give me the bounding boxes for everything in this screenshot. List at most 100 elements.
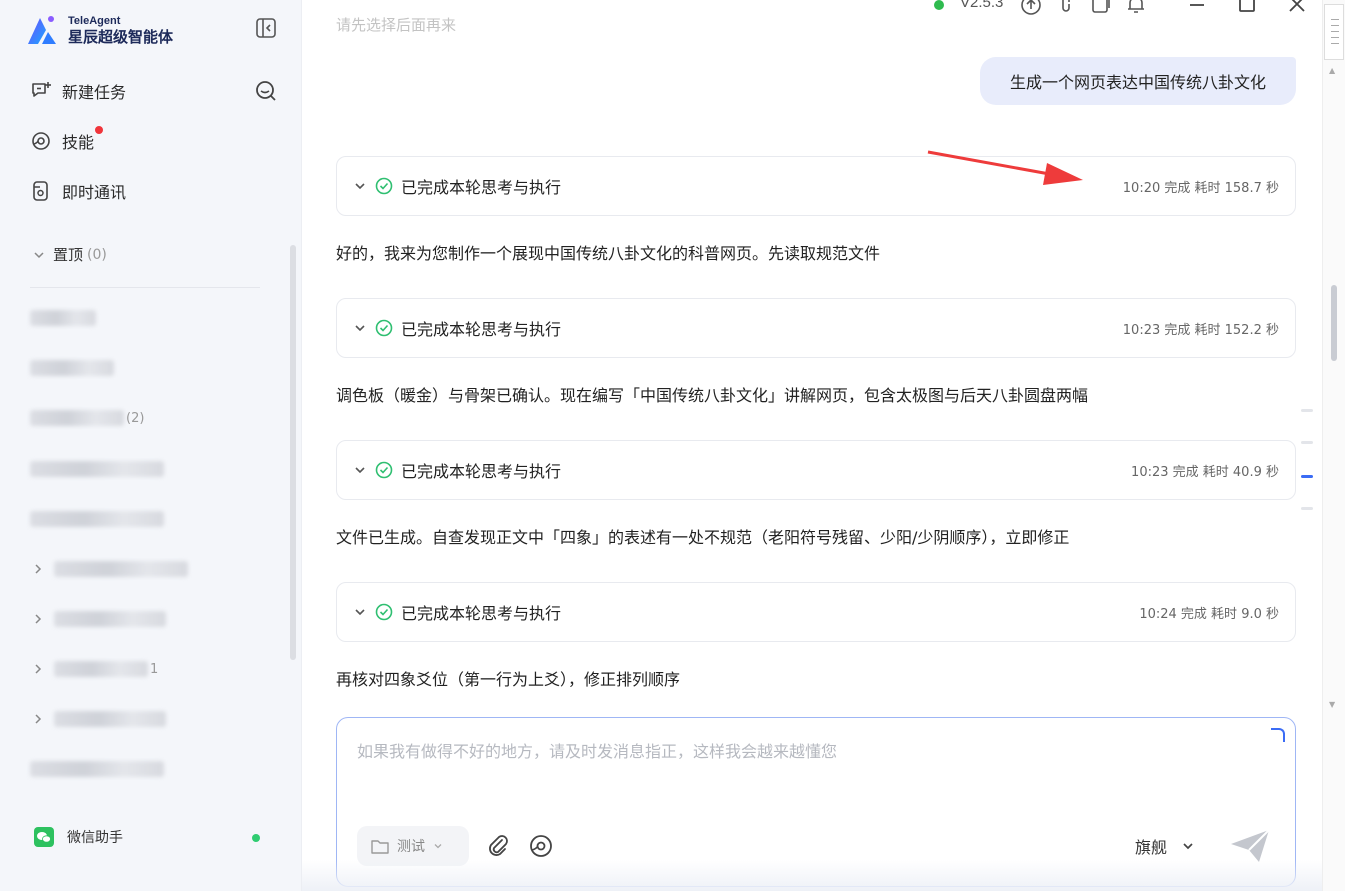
check-circle-icon: [375, 461, 393, 479]
faded-previous-text: 请先选择后面再来: [336, 16, 457, 34]
redacted-title: [30, 310, 96, 326]
model-label: 旗舰: [1135, 838, 1168, 857]
assistant-message: 再核对四象爻位（第一行为上爻），修正排列顺序: [336, 670, 681, 689]
redacted-title: [30, 461, 164, 477]
history-item[interactable]: [30, 357, 114, 379]
assistant-message: 调色板（暖金）与骨架已确认。现在编写「中国传统八卦文化」讲解网页，包含太极图与后…: [336, 386, 1089, 405]
upload-icon[interactable]: [1020, 0, 1042, 16]
execution-step-card[interactable]: 已完成本轮思考与执行 10:23 完成 耗时 152.2 秒: [336, 298, 1296, 358]
check-circle-icon: [375, 177, 393, 195]
execution-step-card[interactable]: 已完成本轮思考与执行 10:24 完成 耗时 9.0 秒: [336, 582, 1296, 642]
minimap-mark[interactable]: [1301, 441, 1313, 444]
preview-line: [1331, 25, 1339, 26]
new-task-label: 新建任务: [62, 83, 127, 102]
execution-step-card[interactable]: 已完成本轮思考与执行 10:20 完成 耗时 158.7 秒: [336, 156, 1296, 216]
skills-tool-icon[interactable]: [528, 833, 554, 859]
scroll-up-arrow-icon[interactable]: ▲: [1329, 66, 1335, 75]
brand[interactable]: TeleAgent 星辰超级智能体: [24, 12, 173, 48]
minimap-mark-active[interactable]: [1301, 475, 1313, 478]
paperclip-icon[interactable]: [485, 833, 511, 859]
wechat-assistant[interactable]: 微信助手: [20, 806, 284, 868]
chevron-down-icon: [434, 844, 442, 849]
main-scrollbar[interactable]: ▲ ▼: [1322, 0, 1345, 891]
new-task-button[interactable]: 新建任务: [30, 79, 126, 103]
history-item[interactable]: [30, 307, 96, 329]
chevron-right-icon: [35, 664, 42, 674]
history-count: 1: [150, 661, 159, 677]
preview-line: [1331, 43, 1339, 44]
pinned-divider: [30, 287, 260, 288]
preview-line: [1331, 37, 1339, 38]
skills-button[interactable]: 技能: [30, 126, 104, 153]
send-icon[interactable]: [1229, 828, 1271, 864]
scrollbar-thumb[interactable]: [1331, 285, 1337, 361]
search-icon[interactable]: [254, 79, 278, 103]
chevron-down-icon: [34, 251, 44, 258]
wechat-label: 微信助手: [67, 830, 123, 846]
redacted-title: [54, 661, 148, 677]
minimap-mark[interactable]: [1301, 507, 1313, 510]
skills-icon: [32, 132, 50, 150]
execution-step-card[interactable]: 已完成本轮思考与执行 10:23 完成 耗时 40.9 秒: [336, 440, 1296, 500]
pinned-section-toggle[interactable]: 置顶 (0): [33, 244, 107, 265]
user-message-bubble: 生成一个网页表达中国传统八卦文化: [980, 57, 1296, 105]
message-input-placeholder[interactable]: 如果我有做得不好的地方，请及时发消息指正，这样我会越来越懂您: [357, 738, 837, 762]
message-composer[interactable]: 如果我有做得不好的地方，请及时发消息指正，这样我会越来越懂您 测试 旗舰: [336, 717, 1296, 887]
scroll-preview-box: [1324, 4, 1344, 60]
history-folder[interactable]: [30, 608, 166, 630]
brand-cn: 星辰超级智能体: [68, 27, 174, 46]
messaging-icon: [33, 181, 48, 201]
close-icon[interactable]: [1286, 0, 1308, 16]
preview-line: [1331, 19, 1339, 20]
minimap-mark[interactable]: [1301, 409, 1313, 412]
chevron-down-icon: [355, 609, 365, 616]
folder-icon: [371, 840, 389, 854]
scroll-down-arrow-icon[interactable]: ▼: [1329, 700, 1335, 709]
chevron-down-icon: [355, 325, 365, 332]
step-meta: 10:23 完成 耗时 40.9 秒: [1131, 464, 1279, 480]
chevron-right-icon: [35, 614, 42, 624]
step-label: 已完成本轮思考与执行: [401, 178, 562, 197]
step-meta: 10:23 完成 耗时 152.2 秒: [1122, 322, 1279, 338]
chevron-down-icon: [1183, 843, 1193, 850]
history-item[interactable]: (2): [30, 407, 144, 429]
expand-corner-icon[interactable]: [1271, 728, 1285, 742]
skills-text: 技能: [62, 133, 95, 152]
window-pages-icon[interactable]: [1090, 0, 1112, 16]
redacted-title: [30, 511, 164, 527]
bell-icon[interactable]: [1125, 0, 1147, 16]
chevron-right-icon: [35, 714, 42, 724]
sidebar-collapse-icon[interactable]: [255, 17, 277, 39]
instant-messaging-button[interactable]: 即时通讯: [30, 179, 126, 203]
redacted-title: [54, 711, 166, 727]
minimize-icon[interactable]: [1186, 0, 1208, 16]
chevron-down-icon: [355, 467, 365, 474]
history-folder[interactable]: 1: [30, 658, 158, 680]
history-folder[interactable]: [30, 708, 166, 730]
check-circle-icon: [375, 319, 393, 337]
step-meta: 10:24 完成 耗时 9.0 秒: [1139, 606, 1279, 622]
folder-selector[interactable]: 测试: [357, 826, 469, 866]
history-item[interactable]: [30, 758, 164, 780]
link-icon[interactable]: [1055, 0, 1077, 16]
user-message-text: 生成一个网页表达中国传统八卦文化: [1009, 73, 1266, 92]
model-selector[interactable]: 旗舰: [1135, 834, 1195, 858]
chevron-down-icon: [355, 183, 365, 190]
pinned-label: 置顶: [53, 246, 84, 264]
step-label: 已完成本轮思考与执行: [401, 604, 562, 623]
new-task-icon: [32, 82, 51, 97]
history-item[interactable]: [30, 458, 164, 480]
folder-label: 测试: [397, 839, 425, 855]
sidebar: TeleAgent 星辰超级智能体 新建任务 技能 即时通讯 置顶 (0) (2…: [0, 0, 302, 891]
maximize-icon[interactable]: [1236, 0, 1258, 16]
preview-line: [1331, 31, 1339, 32]
pinned-count: (0): [87, 246, 107, 263]
redacted-title: [30, 761, 164, 777]
redacted-title: [30, 360, 114, 376]
history-item[interactable]: [30, 508, 164, 530]
step-meta: 10:20 完成 耗时 158.7 秒: [1122, 180, 1279, 196]
history-folder[interactable]: [30, 558, 188, 580]
sidebar-scrollbar[interactable]: [290, 245, 296, 660]
redacted-title: [30, 410, 124, 426]
notification-dot: [95, 126, 104, 134]
